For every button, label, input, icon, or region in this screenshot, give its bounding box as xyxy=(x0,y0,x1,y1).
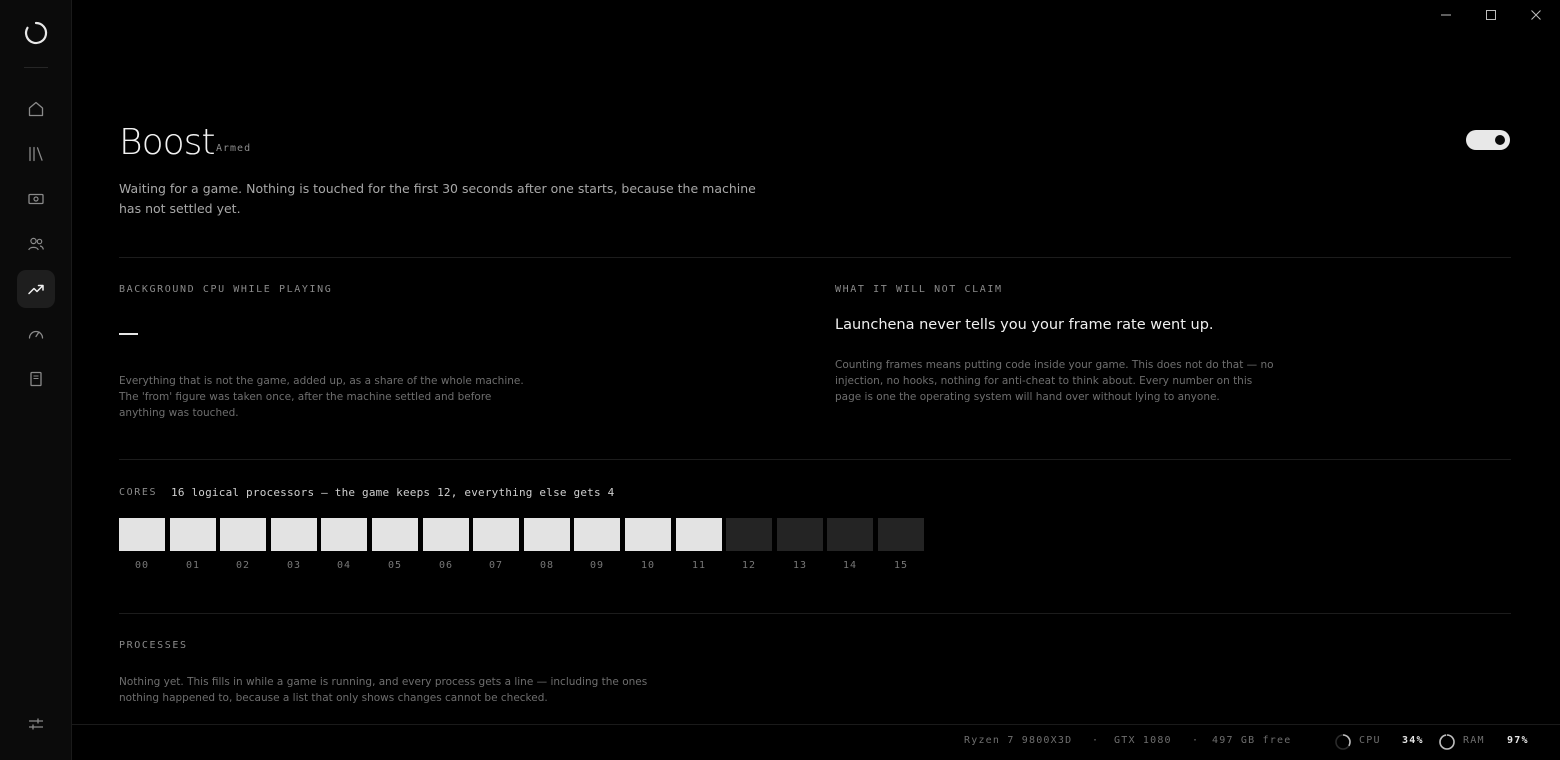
core-cell xyxy=(372,518,418,551)
sidebar-item-notes[interactable] xyxy=(17,360,55,398)
sidebar-item-wallet[interactable] xyxy=(17,180,55,218)
section-divider xyxy=(119,613,1511,614)
core-number: 09 xyxy=(589,560,605,571)
background-cpu-label: BACKGROUND CPU WHILE PLAYING xyxy=(119,284,333,295)
trend-up-icon xyxy=(28,284,44,295)
core-number: 01 xyxy=(185,560,201,571)
core-number: 08 xyxy=(539,560,555,571)
status-badge: Armed xyxy=(216,143,252,154)
friends-icon xyxy=(28,237,44,251)
core-cell xyxy=(473,518,519,551)
core-number: 15 xyxy=(893,560,909,571)
core-number: 14 xyxy=(842,560,858,571)
toggle-knob xyxy=(1495,135,1505,145)
core-number: 12 xyxy=(741,560,757,571)
cpu-usage-ring xyxy=(1335,734,1351,750)
section-divider xyxy=(119,459,1511,460)
core-cell xyxy=(676,518,722,551)
home-icon xyxy=(28,101,44,117)
app-window: Boost Armed Waiting for a game. Nothing … xyxy=(0,0,1560,760)
sidebar-item-boost[interactable] xyxy=(17,270,55,308)
disk-free: 497 GB free xyxy=(1212,735,1292,746)
wallet-icon xyxy=(28,193,44,205)
sidebar xyxy=(0,0,72,760)
core-cell xyxy=(524,518,570,551)
library-icon xyxy=(29,146,43,162)
core-number: 10 xyxy=(640,560,656,571)
claim-label: WHAT IT WILL NOT CLAIM xyxy=(835,284,1003,295)
ram-usage-ring xyxy=(1439,734,1455,750)
core-cell xyxy=(777,518,823,551)
processes-note: Nothing yet. This fills in while a game … xyxy=(119,676,648,704)
cores-summary: 16 logical processors — the game keeps 1… xyxy=(171,486,615,499)
sidebar-item-friends[interactable] xyxy=(17,225,55,263)
cpu-model: Ryzen 7 9800X3D xyxy=(964,735,1073,746)
status-separator: · xyxy=(1192,735,1200,746)
core-number: 13 xyxy=(792,560,808,571)
background-cpu-value xyxy=(119,333,138,335)
core-number: 11 xyxy=(691,560,707,571)
boost-toggle[interactable] xyxy=(1466,130,1510,150)
core-number: 06 xyxy=(438,560,454,571)
core-cell xyxy=(220,518,266,551)
document-icon xyxy=(30,371,42,387)
core-number: 02 xyxy=(235,560,251,571)
core-cell xyxy=(119,518,165,551)
core-cell xyxy=(574,518,620,551)
maximize-button[interactable] xyxy=(1481,6,1501,24)
maximize-icon xyxy=(1486,10,1496,20)
core-cell xyxy=(321,518,367,551)
core-number: 03 xyxy=(286,560,302,571)
cpu-label: CPU xyxy=(1359,735,1381,746)
section-divider xyxy=(119,257,1511,258)
ram-usage-value: 97% xyxy=(1507,735,1529,746)
launcher-logo-icon[interactable] xyxy=(22,19,50,47)
cpu-usage-value: 34% xyxy=(1402,735,1424,746)
page-description: Waiting for a game. Nothing is touched f… xyxy=(119,181,756,216)
claim-headline: Launchena never tells you your frame rat… xyxy=(835,317,1214,333)
sidebar-item-library[interactable] xyxy=(17,135,55,173)
core-number: 04 xyxy=(336,560,352,571)
ram-label: RAM xyxy=(1463,735,1485,746)
sidebar-item-home[interactable] xyxy=(17,90,55,128)
core-number: 00 xyxy=(134,560,150,571)
close-icon xyxy=(1531,10,1541,20)
minimize-icon xyxy=(1441,14,1451,16)
gauge-icon xyxy=(28,330,44,339)
background-cpu-note: Everything that is not the game, added u… xyxy=(119,375,524,419)
minimize-button[interactable] xyxy=(1436,6,1456,24)
core-cell xyxy=(170,518,216,551)
processes-label: PROCESSES xyxy=(119,640,188,651)
core-cell xyxy=(827,518,873,551)
status-separator: · xyxy=(1092,735,1100,746)
core-cell xyxy=(878,518,924,551)
core-number: 05 xyxy=(387,560,403,571)
core-cell xyxy=(726,518,772,551)
gpu-model: GTX 1080 xyxy=(1114,735,1172,746)
page-title: Boost xyxy=(119,122,215,163)
sliders-icon xyxy=(29,718,43,730)
claim-body: Counting frames means putting code insid… xyxy=(835,359,1274,403)
core-number: 07 xyxy=(488,560,504,571)
core-cell xyxy=(423,518,469,551)
core-cell xyxy=(271,518,317,551)
sidebar-item-settings[interactable] xyxy=(17,705,55,743)
sidebar-item-performance[interactable] xyxy=(17,315,55,353)
sidebar-divider xyxy=(24,67,48,68)
core-cell xyxy=(625,518,671,551)
close-button[interactable] xyxy=(1526,6,1546,24)
cores-label: CORES xyxy=(119,487,158,498)
